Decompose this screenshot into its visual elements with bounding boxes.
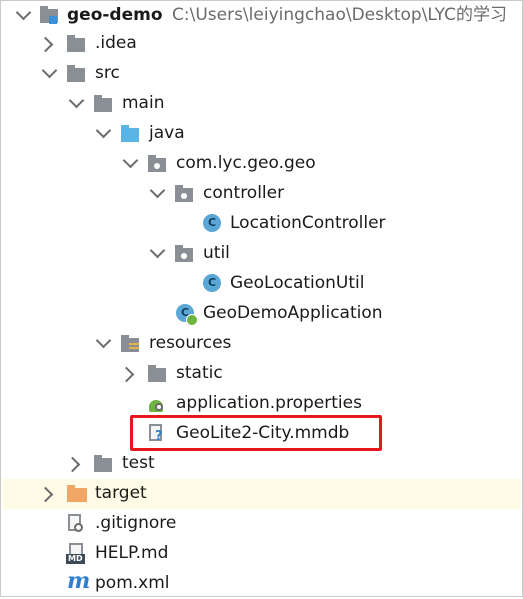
java-class-icon: C	[203, 214, 221, 232]
tree-item-label: target	[95, 483, 147, 503]
project-tree-panel: geo-demo C:\Users\leiyingchao\Desktop\LY…	[0, 0, 523, 597]
maven-icon: m	[67, 568, 91, 594]
spring-properties-icon	[149, 395, 165, 413]
tree-row-geo-location-util[interactable]: C GeoLocationUtil	[2, 269, 521, 299]
folder-icon	[148, 365, 166, 383]
tree-item-label: application.properties	[176, 393, 362, 413]
chevron-down-icon[interactable]	[15, 4, 32, 21]
project-path: C:\Users\leiyingchao\Desktop\LYC的学习	[172, 5, 507, 25]
chevron-right-icon[interactable]	[64, 456, 81, 473]
tree-row-project-root[interactable]: geo-demo C:\Users\leiyingchao\Desktop\LY…	[2, 1, 521, 31]
tree-item-label: .idea	[95, 33, 137, 53]
annotation-highlight-box	[130, 415, 382, 451]
folder-icon	[94, 95, 112, 113]
package-icon	[175, 185, 193, 203]
folder-icon	[67, 65, 85, 83]
tree-item-label: test	[122, 453, 155, 473]
tree-item-label: LocationController	[230, 213, 386, 233]
tree-row-idea[interactable]: .idea	[2, 29, 521, 59]
folder-icon	[94, 455, 112, 473]
tree-row-resources[interactable]: resources	[2, 329, 521, 359]
chevron-down-icon[interactable]	[122, 152, 139, 169]
tree-item-label: java	[149, 123, 185, 143]
tree-item-label: com.lyc.geo.geo	[176, 153, 316, 173]
tree-item-label: src	[95, 63, 120, 83]
chevron-down-icon[interactable]	[68, 92, 85, 109]
tree-item-label: HELP.md	[95, 543, 169, 563]
chevron-down-icon[interactable]	[149, 242, 166, 259]
java-class-icon: C	[203, 274, 221, 292]
tree-row-test[interactable]: test	[2, 449, 521, 479]
tree-row-controller[interactable]: controller	[2, 179, 521, 209]
module-folder-icon	[40, 6, 58, 24]
excluded-folder-icon	[67, 485, 87, 503]
package-icon	[148, 155, 166, 173]
tree-row-gitignore[interactable]: .gitignore	[2, 509, 521, 539]
source-folder-icon	[121, 125, 139, 143]
tree-row-help-md[interactable]: MD HELP.md	[2, 539, 521, 569]
chevron-down-icon[interactable]	[95, 332, 112, 349]
tree-item-label: .gitignore	[95, 513, 177, 533]
tree-item-label: main	[122, 93, 165, 113]
tree-item-label: GeoDemoApplication	[203, 303, 383, 323]
tree-row-geo-demo-application[interactable]: C GeoDemoApplication	[2, 299, 521, 329]
chevron-right-icon[interactable]	[118, 366, 135, 383]
chevron-down-icon[interactable]	[149, 182, 166, 199]
tree-item-label: controller	[203, 183, 285, 203]
chevron-down-icon[interactable]	[41, 62, 58, 79]
chevron-right-icon[interactable]	[37, 36, 54, 53]
tree-item-label: util	[203, 243, 230, 263]
tree-item-label: pom.xml	[95, 573, 170, 593]
ignore-file-icon	[68, 514, 86, 534]
tree-row-package[interactable]: com.lyc.geo.geo	[2, 149, 521, 179]
chevron-down-icon[interactable]	[95, 122, 112, 139]
markdown-file-icon: MD	[66, 543, 88, 565]
tree-row-target[interactable]: target	[2, 479, 521, 509]
tree-row-pom-xml[interactable]: m pom.xml	[2, 568, 521, 599]
tree-item-label: static	[176, 363, 223, 383]
folder-icon	[67, 35, 85, 53]
tree-row-java[interactable]: java	[2, 119, 521, 149]
tree-row-src[interactable]: src	[2, 59, 521, 89]
resources-folder-icon	[121, 335, 139, 353]
run-badge-icon	[186, 314, 198, 326]
tree-item-label: GeoLocationUtil	[230, 273, 365, 293]
project-name: geo-demo	[67, 5, 163, 25]
tree-row-static[interactable]: static	[2, 359, 521, 389]
package-icon	[175, 245, 193, 263]
chevron-right-icon[interactable]	[37, 486, 54, 503]
tree-row-util[interactable]: util	[2, 239, 521, 269]
tree-row-location-controller[interactable]: C LocationController	[2, 209, 521, 239]
tree-item-label: resources	[149, 333, 232, 353]
tree-row-main[interactable]: main	[2, 89, 521, 119]
